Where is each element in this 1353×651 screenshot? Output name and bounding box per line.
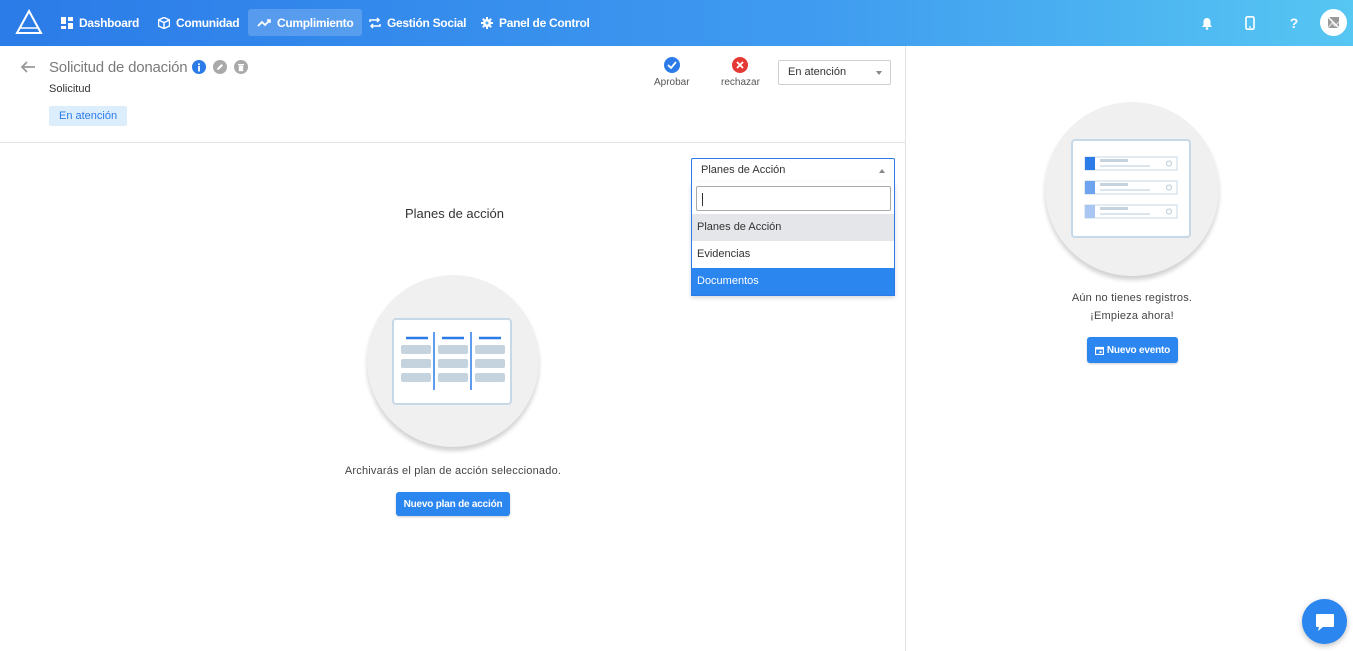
nav-panel-control-label: Panel de Control — [499, 15, 590, 30]
nav-panel-control[interactable]: Panel de Control — [472, 9, 599, 36]
reject-label: rechazar — [721, 77, 760, 88]
section-type-select[interactable]: Planes de Acción — [691, 158, 895, 183]
new-event-label: Nuevo evento — [1106, 344, 1171, 356]
trend-icon — [257, 18, 271, 27]
approve-label: Aprobar — [654, 77, 690, 88]
nav-gestion-social-label: Gestión Social — [387, 15, 467, 30]
section-type-dropdown: Planes de Acción Evidencias Documentos — [691, 182, 895, 296]
check-icon — [663, 57, 680, 73]
new-event-button[interactable]: Nuevo evento — [1087, 337, 1178, 363]
logo-icon[interactable] — [15, 9, 43, 35]
events-empty-line1: Aún no tienes registros. — [1071, 292, 1193, 304]
dropdown-option-planes[interactable]: Planes de Acción — [692, 214, 894, 241]
pane-divider — [905, 46, 906, 651]
status-select-value: En atención — [788, 66, 847, 78]
calendar-icon — [1094, 346, 1104, 355]
mobile-button[interactable] — [1239, 12, 1261, 34]
dropdown-option-documentos[interactable]: Documentos — [692, 268, 894, 295]
board-icon — [392, 318, 512, 405]
action-plans-empty-text: Archivarás el plan de acción seleccionad… — [344, 465, 562, 477]
nav-comunidad[interactable]: Comunidad — [149, 9, 248, 36]
action-plans-illustration — [367, 275, 539, 447]
delete-icon[interactable] — [234, 60, 248, 74]
no-image-icon — [1327, 16, 1340, 29]
repeat-icon — [369, 16, 381, 29]
events-illustration — [1045, 102, 1219, 276]
close-icon — [732, 57, 749, 73]
section-title: Planes de acción — [405, 206, 505, 221]
page-title: Solicitud de donación — [49, 59, 188, 76]
new-action-plan-button[interactable]: Nuevo plan de acción — [396, 492, 510, 516]
nav-dashboard[interactable]: Dashboard — [52, 9, 148, 36]
dashboard-icon — [61, 16, 73, 29]
top-navbar: Dashboard Comunidad Cumplimiento Gestión… — [0, 0, 1353, 46]
mobile-icon — [1245, 16, 1255, 30]
chevron-down-icon — [876, 71, 882, 75]
info-icon[interactable] — [192, 60, 206, 74]
notifications-button[interactable] — [1196, 12, 1218, 34]
nav-gestion-social[interactable]: Gestión Social — [360, 9, 475, 36]
dropdown-search-input[interactable] — [696, 186, 891, 211]
header-divider — [0, 142, 905, 143]
text-cursor — [702, 193, 703, 206]
events-empty-line2: ¡Empieza ahora! — [1090, 310, 1174, 322]
nav-cumplimiento-label: Cumplimiento — [277, 15, 354, 30]
approve-button[interactable]: Aprobar — [654, 57, 690, 88]
chat-button[interactable] — [1302, 599, 1347, 644]
edit-icon[interactable] — [213, 60, 227, 74]
cube-icon — [158, 16, 170, 29]
status-badge: En atención — [49, 106, 128, 126]
nav-dashboard-label: Dashboard — [79, 15, 139, 30]
nav-cumplimiento[interactable]: Cumplimiento — [248, 9, 363, 36]
avatar[interactable] — [1320, 9, 1347, 36]
back-arrow-icon[interactable] — [19, 58, 37, 76]
chat-icon — [1315, 613, 1334, 631]
dropdown-option-evidencias[interactable]: Evidencias — [692, 241, 894, 268]
help-button[interactable]: ? — [1283, 12, 1305, 34]
section-type-value: Planes de Acción — [701, 164, 786, 176]
chevron-up-icon — [879, 169, 885, 173]
status-select[interactable]: En atención — [778, 60, 891, 85]
gear-icon — [481, 16, 493, 29]
nav-comunidad-label: Comunidad — [176, 15, 240, 30]
list-icon — [1071, 139, 1191, 238]
reject-button[interactable]: rechazar — [721, 57, 760, 88]
record-subtitle: Solicitud — [49, 83, 91, 95]
bell-icon — [1202, 17, 1212, 30]
